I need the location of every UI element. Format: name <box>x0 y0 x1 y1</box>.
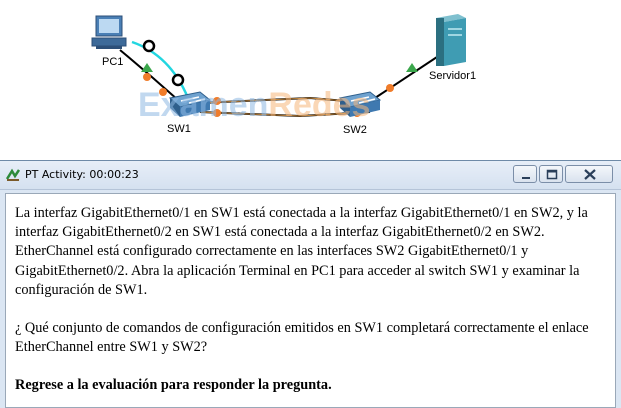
link-up-indicator <box>141 63 153 72</box>
watermark-part1: Examen <box>138 86 269 124</box>
instruction-paragraph: La interfaz GigabitEthernet0/1 en SW1 es… <box>15 205 588 298</box>
device-label-sw1: SW1 <box>167 123 191 135</box>
pc-icon[interactable] <box>91 15 127 49</box>
window-titlebar[interactable]: PT Activity: 00:00:23 <box>0 161 621 190</box>
watermark: ExamenRedes <box>138 86 370 125</box>
maximize-button[interactable] <box>539 165 563 183</box>
question-paragraph: ¿ Qué conjunto de comandos de configurac… <box>15 320 589 356</box>
pt-activity-window: PT Activity: 00:00:23 La interfaz Gigabi… <box>0 160 621 408</box>
packet-tracer-icon <box>6 168 20 181</box>
console-port-marker <box>171 73 185 87</box>
watermark-part2: Redes <box>268 86 371 124</box>
window-title: PT Activity: 00:00:23 <box>25 168 139 181</box>
console-port-marker <box>142 39 156 53</box>
minimize-icon <box>522 177 530 179</box>
link-up-indicator <box>406 63 418 72</box>
device-label-server: Servidor1 <box>429 70 477 82</box>
close-button[interactable] <box>565 165 613 183</box>
device-label-pc1: PC1 <box>102 56 124 68</box>
device-label-sw2: SW2 <box>343 124 367 136</box>
server-icon[interactable] <box>436 14 466 66</box>
topology-canvas[interactable]: ExamenRedes PC1 SW1 SW2 Servidor1 <box>0 0 621 160</box>
minimize-button[interactable] <box>513 165 537 183</box>
topology-drawing <box>91 14 466 118</box>
activity-instructions: La interfaz GigabitEthernet0/1 en SW1 es… <box>5 193 616 408</box>
maximize-icon <box>546 169 558 180</box>
link-negotiating-indicator <box>143 73 151 81</box>
close-icon <box>584 169 596 180</box>
link-negotiating-indicator <box>386 84 394 92</box>
return-instruction: Regrese a la evaluación para responder l… <box>15 377 332 394</box>
